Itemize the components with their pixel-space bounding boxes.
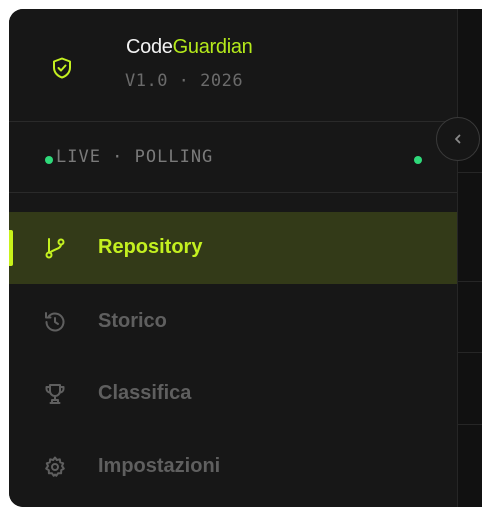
sidebar-item-storico[interactable]: Storico	[9, 286, 457, 358]
chevron-left-icon	[455, 134, 461, 144]
history-icon	[45, 312, 65, 332]
app-version: V1.0 · 2026	[125, 71, 244, 91]
git-branch-icon	[45, 238, 65, 259]
sidebar: CodeGuardian V1.0 · 2026 LIVE · POLLING …	[9, 9, 457, 507]
active-indicator	[9, 230, 13, 266]
app-name-guardian: Guardian	[172, 36, 253, 58]
connection-indicator-dot	[414, 156, 422, 164]
sidebar-item-label: Storico	[98, 310, 167, 332]
collapse-sidebar-button[interactable]	[436, 117, 480, 161]
status-text: LIVE · POLLING	[56, 147, 214, 167]
main-content-edge	[457, 9, 482, 507]
app-name: CodeGuardian	[126, 36, 253, 59]
sidebar-item-label: Classifica	[98, 382, 192, 404]
divider	[458, 281, 482, 282]
app-window: CodeGuardian V1.0 · 2026 LIVE · POLLING …	[9, 9, 482, 507]
live-status-bar: LIVE · POLLING	[9, 122, 457, 193]
gear-icon	[45, 456, 65, 477]
divider	[458, 352, 482, 353]
sidebar-item-impostazioni[interactable]: Impostazioni	[9, 431, 457, 503]
sidebar-item-label: Impostazioni	[98, 455, 221, 477]
sidebar-item-label: Repository	[98, 236, 203, 258]
divider	[458, 424, 482, 425]
sidebar-item-classifica[interactable]: Classifica	[9, 358, 457, 430]
app-name-code: Code	[126, 36, 173, 58]
shield-check-icon	[53, 57, 71, 79]
sidebar-item-repository[interactable]: Repository	[9, 212, 457, 284]
live-indicator-dot	[45, 156, 53, 164]
trophy-icon	[45, 384, 65, 404]
brand-header: CodeGuardian V1.0 · 2026	[9, 9, 457, 122]
divider	[458, 172, 482, 173]
